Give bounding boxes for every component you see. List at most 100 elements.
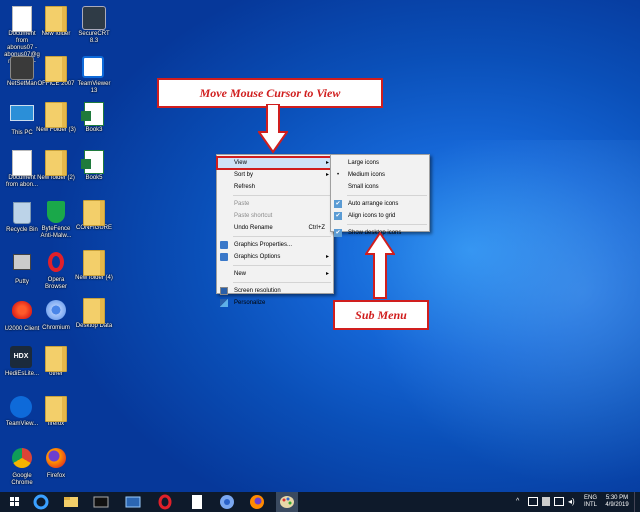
icon-label: New folder (4) (75, 275, 113, 281)
menu-item-label: Graphics Options (234, 254, 281, 260)
windows-start-icon[interactable] (4, 492, 26, 512)
desktop-icon-chromium[interactable]: Chromium (36, 298, 76, 332)
menu-item-refresh[interactable]: Refresh (217, 181, 333, 193)
menu-item-graphics-options[interactable]: Graphics Options ▸ (217, 251, 333, 263)
menu-item-label: Graphics Properties... (234, 242, 293, 248)
opera-icon[interactable] (154, 492, 176, 512)
monitor-icon (10, 105, 34, 121)
menu-separator (233, 195, 331, 196)
menu-item-view[interactable]: View ▸ (216, 156, 334, 170)
excel-icon (81, 102, 104, 126)
opera-icon (48, 252, 64, 272)
folder-icon (83, 298, 105, 324)
monitor-tray-icon[interactable] (554, 497, 564, 506)
chevron-right-icon: ▸ (325, 160, 329, 166)
folder-icon (45, 150, 67, 176)
callout-top-text: Move Mouse Cursor to View (199, 86, 341, 100)
folder-icon (83, 250, 105, 276)
graphics-icon (220, 241, 228, 249)
menu-item-label: Large icons (348, 160, 380, 166)
flag-icon[interactable] (542, 497, 550, 506)
clock[interactable]: 5:30 PM 4/9/2019 (602, 495, 632, 509)
clock-time: 5:30 PM (605, 495, 629, 501)
desktop-icon-book3[interactable]: Book3 (74, 102, 114, 134)
teamviewer-icon (82, 56, 104, 78)
menu-separator (233, 265, 331, 266)
chevron-right-icon: ▸ (325, 254, 329, 260)
desktop-icon-new-folder-2[interactable]: New folder (2) (36, 150, 76, 182)
submenu-item-large-icons[interactable]: Large icons (331, 157, 429, 169)
menu-item-personalize[interactable]: Personalize (217, 297, 333, 309)
cmd-icon[interactable] (90, 492, 112, 512)
show-desktop-button[interactable] (634, 492, 640, 512)
desktop-icon-bytefence[interactable]: ByteFence Anti-Malw... (36, 200, 76, 240)
menu-item-new[interactable]: New ▸ (217, 268, 333, 280)
icon-label: New folder (41, 31, 71, 37)
folder-icon (45, 102, 67, 128)
chevron-right-icon: ▸ (325, 172, 329, 178)
checkmark-icon: ✔ (334, 229, 342, 237)
desktop-icon-new-folder-3[interactable]: New Folder (3) (36, 102, 76, 134)
menu-item-label: Undo Rename (234, 225, 273, 231)
view-submenu: Large icons • Medium icons Small icons ✔… (330, 154, 430, 237)
language-indicator[interactable]: ENG INTL (584, 495, 597, 509)
desktop-context-menu: View ▸ Sort by ▸ Refresh Paste Paste sho… (216, 154, 334, 307)
menu-item-label: Auto arrange icons (348, 201, 399, 207)
callout-bottom-text: Sub Menu (355, 308, 407, 322)
edge-icon[interactable] (30, 492, 52, 512)
desktop-icon-securecrt[interactable]: SecureCRT 8.3 (74, 6, 114, 45)
firefox-icon[interactable] (246, 492, 268, 512)
icon-label: Firefox (46, 473, 66, 479)
tray-chevron-up-icon[interactable]: ^ (516, 498, 519, 505)
icon-label: firefox (47, 421, 65, 427)
submenu-item-small-icons[interactable]: Small icons (331, 181, 429, 193)
submenu-item-auto-arrange[interactable]: ✔ Auto arrange icons (331, 198, 429, 210)
desktop[interactable]: Document from abonus07 - abonus07@gmail.… (0, 0, 640, 492)
menu-item-paste[interactable]: Paste (217, 198, 333, 210)
clock-date: 4/9/2019 (605, 502, 629, 508)
language-code: ENG (584, 495, 598, 501)
menu-item-label: Screen resolution (234, 288, 281, 294)
arrow-up-icon (365, 232, 395, 299)
desktop-icon-firefox[interactable]: Firefox (36, 446, 76, 480)
paint-icon[interactable] (276, 492, 298, 512)
file-explorer-icon[interactable] (60, 492, 82, 512)
arrow-down-icon (258, 104, 288, 154)
personalize-icon (220, 299, 228, 307)
callout-sub-menu: Sub Menu (333, 300, 429, 330)
network-icon[interactable] (528, 497, 538, 506)
menu-item-screen-resolution[interactable]: Screen resolution (217, 285, 333, 297)
submenu-item-medium-icons[interactable]: • Medium icons (331, 169, 429, 181)
folder-icon (45, 396, 67, 422)
desktop-icon-teamviewer-13[interactable]: TeamViewer 13 (74, 56, 114, 95)
menu-item-graphics-properties[interactable]: Graphics Properties... (217, 239, 333, 251)
menu-item-undo-rename[interactable]: Undo Rename Ctrl+Z (217, 222, 333, 234)
desktop-icon-office-2007[interactable]: OFFICE 2007 (36, 56, 76, 88)
folder-icon[interactable] (122, 492, 144, 512)
desktop-icon-firefox-folder[interactable]: firefox (36, 396, 76, 428)
icon-label: New Folder (3) (36, 127, 76, 133)
icon-label: Chromium (42, 325, 70, 331)
desktop-icon-configure[interactable]: CONFIGURE (74, 200, 114, 232)
desktop-icon-desktop-data[interactable]: Desktop Data (74, 298, 114, 330)
menu-item-label: View (234, 160, 247, 166)
icon-label: Opera Browser (44, 277, 67, 290)
volume-icon[interactable]: ◂) (568, 497, 575, 506)
chevron-right-icon: ▸ (325, 271, 329, 277)
desktop-icon-opera-browser[interactable]: Opera Browser (36, 250, 76, 291)
excel-icon (81, 150, 104, 174)
menu-item-label: Paste shortcut (234, 213, 273, 219)
chromium-icon[interactable] (216, 492, 238, 512)
desktop-icon-new-folder-4[interactable]: New folder (4) (74, 250, 114, 282)
desktop-icon-other[interactable]: other (36, 346, 76, 378)
desktop-icon-new-folder[interactable]: New folder (36, 6, 76, 38)
checkmark-icon: ✔ (334, 212, 342, 220)
icon-label: CONFIGURE (76, 225, 112, 231)
menu-item-sort-by[interactable]: Sort by ▸ (217, 169, 333, 181)
desktop-icon-book5[interactable]: Book5 (74, 150, 114, 182)
huawei-icon (12, 301, 32, 319)
blank-doc-icon[interactable] (186, 492, 208, 512)
submenu-item-align-grid[interactable]: ✔ Align icons to grid (331, 210, 429, 222)
graphics-icon (220, 253, 228, 261)
menu-item-paste-shortcut[interactable]: Paste shortcut (217, 210, 333, 222)
